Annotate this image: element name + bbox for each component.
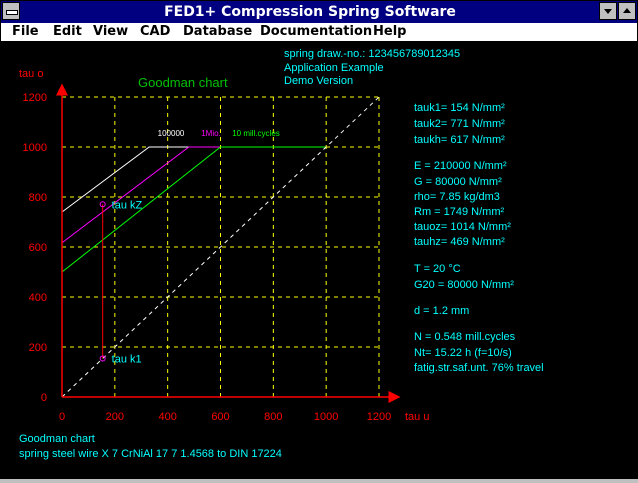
- series-group: 100000 1Mio. 10 mill.cycles: [61, 96, 380, 398]
- g-modulus: G = 80000 N/mm²: [414, 176, 502, 188]
- footer-material: spring steel wire X 7 CrNiAl 17 7 1.4568…: [19, 448, 282, 460]
- g20-value: G20 = 80000 N/mm²: [414, 279, 514, 291]
- maximize-icon: [623, 8, 631, 13]
- y-tick-label: 1200: [23, 92, 47, 104]
- tick-labels: 0 200 400 600 800 1000 1200 0 200 400 600 800 1000 12…: [23, 92, 392, 423]
- density: rho= 7.85 kg/dm3: [414, 191, 500, 203]
- temperature: T = 20 °C: [414, 263, 461, 275]
- menu-database[interactable]: Database: [183, 24, 252, 40]
- taukh-value: taukh= 617 N/mm²: [414, 134, 505, 146]
- system-menu-icon: [6, 10, 18, 15]
- goodman-chart: Goodman chart tau o tau u 100000 1Mio. 10 …: [19, 48, 544, 460]
- menu-view[interactable]: View: [93, 24, 128, 40]
- x-tick-label: 1200: [367, 411, 391, 423]
- tensile-strength: Rm = 1749 N/mm²: [414, 206, 504, 218]
- y-tick-label: 1000: [23, 142, 47, 154]
- lifetime-value: Nt= 15.22 h (f=10/s): [414, 347, 512, 359]
- y-axis-label: tau o: [19, 68, 43, 80]
- demo-version: Demo Version: [284, 75, 353, 87]
- series-line: [61, 96, 380, 398]
- menu-edit[interactable]: Edit: [53, 24, 82, 40]
- y-tick-label: 400: [29, 292, 47, 304]
- wire-diameter: d = 1.2 mm: [414, 305, 469, 317]
- drawing-number: spring draw.-no.: 123456789012345: [284, 48, 460, 60]
- chart-title: Goodman chart: [138, 75, 228, 90]
- y-tick-label: 200: [29, 342, 47, 354]
- minimize-icon: [604, 9, 612, 14]
- menu-documentation[interactable]: Documentation: [260, 24, 372, 40]
- marker-label: tau kZ: [112, 199, 143, 211]
- y-tick-label: 800: [29, 192, 47, 204]
- tauk2-value: tauk2= 771 N/mm²: [414, 118, 505, 130]
- menu-cad[interactable]: CAD: [140, 24, 170, 40]
- x-tick-label: 200: [106, 411, 124, 423]
- axes: [56, 83, 401, 403]
- tauhz-value: tauhz= 469 N/mm²: [414, 236, 505, 248]
- results-panel: tauk1= 154 N/mm² tauk2= 771 N/mm² taukh=…: [414, 102, 544, 374]
- x-tick-label: 1000: [314, 411, 338, 423]
- footer-text: Goodman chart spring steel wire X 7 CrNi…: [19, 433, 282, 460]
- drawing-area: Goodman chart tau o tau u 100000 1Mio. 10 …: [1, 42, 637, 478]
- tauk1-value: tauk1= 154 N/mm²: [414, 102, 505, 114]
- series-line: [61, 146, 224, 244]
- e-modulus: E = 210000 N/mm²: [414, 160, 507, 172]
- y-tick-label: 0: [41, 392, 47, 404]
- application-example: Application Example: [284, 62, 384, 74]
- maximize-button[interactable]: [618, 2, 636, 20]
- x-axis-label: tau u: [405, 411, 429, 423]
- fatigue-safety: fatig.str.saf.unt. 76% travel: [414, 362, 544, 374]
- tauoz-value: tauoz= 1014 N/mm²: [414, 221, 511, 233]
- cycles-value: N = 0.548 mill.cycles: [414, 331, 516, 343]
- system-menu-button[interactable]: [2, 2, 20, 20]
- header-text: spring draw.-no.: 123456789012345 Applic…: [284, 48, 460, 87]
- menu-bar: File Edit View CAD Database Documentatio…: [1, 23, 637, 42]
- x-tick-label: 600: [211, 411, 229, 423]
- series-line: [61, 146, 327, 273]
- menu-help[interactable]: Help: [373, 24, 406, 40]
- window-title: FED1+ Compression Spring Software: [164, 4, 456, 20]
- title-bar[interactable]: FED1+ Compression Spring Software: [1, 1, 637, 23]
- series-label: 1Mio.: [201, 129, 221, 138]
- application-window: FED1+ Compression Spring Software File E…: [0, 0, 638, 479]
- menu-file[interactable]: File: [12, 24, 39, 40]
- footer-chart-name: Goodman chart: [19, 433, 95, 445]
- x-tick-label: 400: [158, 411, 176, 423]
- marker-label: tau k1: [112, 354, 142, 366]
- y-tick-label: 600: [29, 242, 47, 254]
- series-label: 100000: [158, 129, 185, 138]
- x-tick-label: 800: [264, 411, 282, 423]
- minimize-button[interactable]: [599, 2, 617, 20]
- x-tick-label: 0: [59, 411, 65, 423]
- series-label: 10 mill.cycles: [232, 129, 280, 138]
